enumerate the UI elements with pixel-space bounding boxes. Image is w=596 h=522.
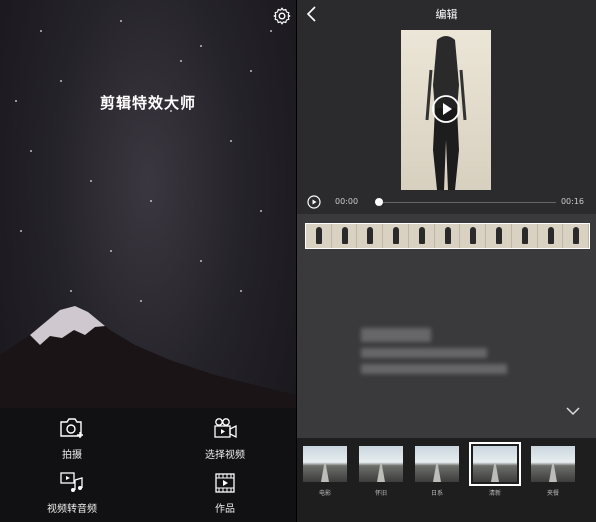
- filter-item[interactable]: 怀旧: [359, 446, 403, 497]
- filter-thumbnail: [531, 446, 575, 482]
- filter-item[interactable]: 夹餐: [531, 446, 575, 497]
- play-overlay-icon[interactable]: [431, 94, 461, 124]
- frame-strip-area: [297, 214, 596, 252]
- filter-thumbnail: [303, 446, 347, 482]
- shoot-label: 拍摄: [62, 450, 82, 461]
- video-frame-thumb: [460, 224, 487, 248]
- camera-add-icon: [60, 418, 83, 438]
- video-frame-thumb: [486, 224, 512, 248]
- video-frame-thumb: [409, 224, 435, 248]
- editor-header: 编辑: [297, 0, 596, 28]
- app-title: 剪辑特效大师: [99, 94, 196, 112]
- editor-screen: 编辑 00:00 00:16 电影 怀旧 日系 清新 夹餐: [297, 0, 596, 522]
- progress-track[interactable]: [377, 202, 556, 203]
- filter-bar: 电影 怀旧 日系 清新 夹餐: [297, 438, 596, 522]
- works-button[interactable]: 作品: [180, 470, 270, 515]
- filter-label: 日系: [430, 490, 443, 497]
- works-label: 作品: [215, 504, 235, 515]
- filter-label: 夹餐: [546, 490, 559, 497]
- video-camera-icon: [214, 418, 237, 439]
- video-frame-thumb: [306, 224, 332, 248]
- filter-item-selected[interactable]: 清新: [469, 442, 521, 497]
- blurred-content: [361, 348, 487, 358]
- video-to-audio-icon: [60, 472, 83, 492]
- playback-controls: 00:00 00:16: [297, 192, 596, 214]
- play-icon[interactable]: [307, 195, 321, 209]
- current-time: 00:00: [335, 197, 359, 206]
- video-frame-thumb: [538, 224, 564, 248]
- editor-workspace: [297, 252, 596, 438]
- gear-icon[interactable]: [272, 6, 292, 26]
- filter-label: 怀旧: [374, 490, 387, 497]
- video-frame-thumb: [357, 224, 384, 248]
- total-time: 00:16: [560, 197, 584, 206]
- home-screen: 剪辑特效大师 拍摄 选择视频 视频转音频 作品: [0, 0, 296, 522]
- blurred-content: [361, 364, 507, 374]
- filter-item[interactable]: 电影: [303, 446, 347, 497]
- video-frame-thumb: [383, 224, 409, 248]
- filter-thumbnail: [415, 446, 459, 482]
- video-frame-thumb: [563, 224, 590, 248]
- chevron-down-icon[interactable]: [566, 406, 580, 416]
- video-frame-thumb: [435, 224, 461, 248]
- video-to-audio-label: 视频转音频: [47, 504, 97, 515]
- video-frame-thumb: [332, 224, 358, 248]
- select-video-label: 选择视频: [205, 450, 245, 461]
- editor-title: 编辑: [435, 8, 458, 21]
- filter-label: 清新: [488, 490, 501, 497]
- filter-thumbnail: [359, 446, 403, 482]
- blurred-content: [361, 328, 431, 342]
- frame-strip[interactable]: [305, 223, 590, 249]
- shoot-button[interactable]: 拍摄: [27, 416, 117, 461]
- filter-item[interactable]: 日系: [415, 446, 459, 497]
- video-to-audio-button[interactable]: 视频转音频: [27, 470, 117, 515]
- video-frame-thumb: [512, 224, 538, 248]
- progress-thumb[interactable]: [375, 198, 383, 206]
- select-video-button[interactable]: 选择视频: [180, 416, 270, 461]
- filter-thumbnail: [469, 442, 521, 486]
- film-works-icon: [215, 473, 235, 493]
- filter-label: 电影: [318, 490, 331, 497]
